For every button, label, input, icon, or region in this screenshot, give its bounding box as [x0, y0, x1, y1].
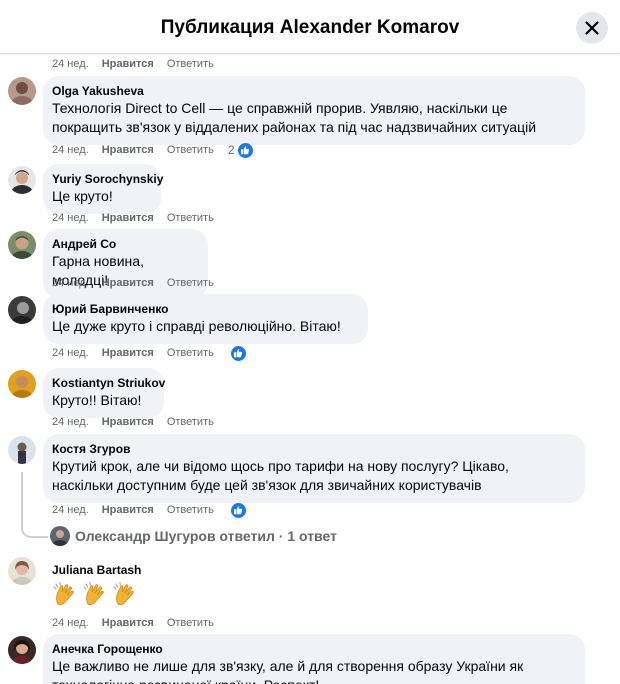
comment-bubble: Olga Yakusheva Технологія Direct to Cell… [43, 76, 585, 145]
avatar[interactable] [8, 636, 36, 664]
reply-button[interactable]: Ответить [167, 144, 214, 156]
comment-time[interactable]: 24 нед. [52, 212, 89, 224]
comment-actions: 24 нед. Нравится Ответить [52, 210, 214, 226]
like-button[interactable]: Нравится [102, 212, 154, 224]
reply-author-avatar [50, 526, 70, 546]
comment-time[interactable]: 24 нед. [52, 416, 89, 428]
close-button[interactable] [576, 12, 608, 44]
dialog-header: Публикация Alexander Komarov [0, 0, 620, 54]
comment-text: Це круто! [52, 188, 113, 204]
reply-button[interactable]: Ответить [167, 58, 214, 70]
like-button[interactable]: Нравится [102, 416, 154, 428]
comment-author[interactable]: Юрий Барвинченко [52, 301, 356, 317]
comment-time[interactable]: 24 нед. [52, 617, 89, 629]
comment-actions: 24 нед. Нравится Ответить [52, 275, 214, 291]
comment-actions: 24 нед. Нравится Ответить [52, 414, 214, 430]
close-icon [585, 21, 599, 35]
comment-text: Технологія Direct to Cell — це справжній… [52, 100, 537, 135]
thumbs-up-icon[interactable] [229, 501, 247, 519]
comment-bubble: Yuriy Sorochynskiy Це круто! [43, 164, 163, 214]
comment-actions: 24 нед. Нравится Ответить [52, 344, 247, 362]
comment-author[interactable]: Костя Згуров [52, 441, 573, 457]
reply-button[interactable]: Ответить [167, 277, 214, 289]
view-replies-link[interactable]: Олександр Шугуров ответил · 1 ответ [50, 525, 337, 547]
avatar[interactable] [8, 370, 36, 398]
comment-author[interactable]: Olga Yakusheva [52, 83, 573, 99]
clapping-hands-icon [53, 581, 74, 605]
comment-author[interactable]: Kostiantyn Striukov [52, 375, 165, 391]
like-button[interactable]: Нравится [102, 617, 154, 629]
reply-button[interactable]: Ответить [167, 416, 214, 428]
comment-actions: 24 нед. Нравится Ответить [52, 501, 247, 519]
emoji-content [52, 581, 141, 609]
avatar[interactable] [8, 231, 36, 259]
comment-time[interactable]: 24 нед. [52, 144, 89, 156]
reply-button[interactable]: Ответить [167, 504, 214, 516]
comment-author[interactable]: Yuriy Sorochynskiy [52, 171, 163, 187]
comment-actions: 24 нед. Нравится Ответить [52, 615, 214, 631]
clapping-hands-icon [113, 581, 134, 605]
like-button[interactable]: Нравится [102, 58, 154, 70]
comment-body: Juliana Bartash [52, 562, 141, 609]
avatar[interactable] [8, 166, 36, 194]
replies-summary: Олександр Шугуров ответил · 1 ответ [75, 528, 337, 544]
comment-time[interactable]: 24 нед. [52, 504, 89, 516]
comment-time[interactable]: 24 нед. [52, 347, 89, 359]
comment-author[interactable]: Juliana Bartash [52, 562, 141, 578]
reply-button[interactable]: Ответить [167, 617, 214, 629]
like-button[interactable]: Нравится [102, 144, 154, 156]
comment-bubble: Kostiantyn Striukov Круто!! Вітаю! [43, 368, 165, 418]
reply-button[interactable]: Ответить [167, 347, 214, 359]
thumbs-up-icon[interactable] [236, 141, 254, 159]
comment-actions: 24 нед. Нравится Ответить 2 [52, 141, 254, 159]
comment-bubble: Анечка Горощенко Це важливо не лише для … [43, 634, 585, 684]
like-button[interactable]: Нравится [102, 347, 154, 359]
comment-text: Це важливо не лише для зв'язку, але й дл… [52, 658, 524, 684]
comment-bubble: Костя Згуров Крутий крок, але чи відомо … [43, 434, 585, 503]
comment-bubble: Юрий Барвинченко Це дуже круто і справді… [43, 294, 368, 344]
comment-author[interactable]: Анечка Горощенко [52, 641, 573, 657]
comment-actions: 24 нед. Нравится Ответить [52, 56, 214, 72]
comment-text: Крутий крок, але чи відомо щось про тари… [52, 458, 509, 493]
reply-button[interactable]: Ответить [167, 212, 214, 224]
avatar[interactable] [8, 436, 36, 464]
dialog-title: Публикация Alexander Komarov [160, 17, 460, 38]
comment-time[interactable]: 24 нед. [52, 58, 89, 70]
reaction-count[interactable]: 2 [228, 143, 235, 157]
comment-time[interactable]: 24 нед. [52, 277, 89, 289]
comment-text: Це дуже круто і справді революційно. Віт… [52, 318, 341, 334]
clapping-hands-icon [83, 581, 104, 605]
thumbs-up-icon[interactable] [229, 344, 247, 362]
comments-feed[interactable]: 24 нед. Нравится Ответить Olga Yakusheva… [0, 54, 620, 684]
like-button[interactable]: Нравится [102, 504, 154, 516]
comment-author[interactable]: Андрей Со [52, 236, 196, 252]
comment-text: Круто!! Вітаю! [52, 392, 142, 408]
like-button[interactable]: Нравится [102, 277, 154, 289]
avatar[interactable] [8, 557, 36, 585]
avatar[interactable] [8, 296, 36, 324]
avatar[interactable] [8, 77, 36, 105]
